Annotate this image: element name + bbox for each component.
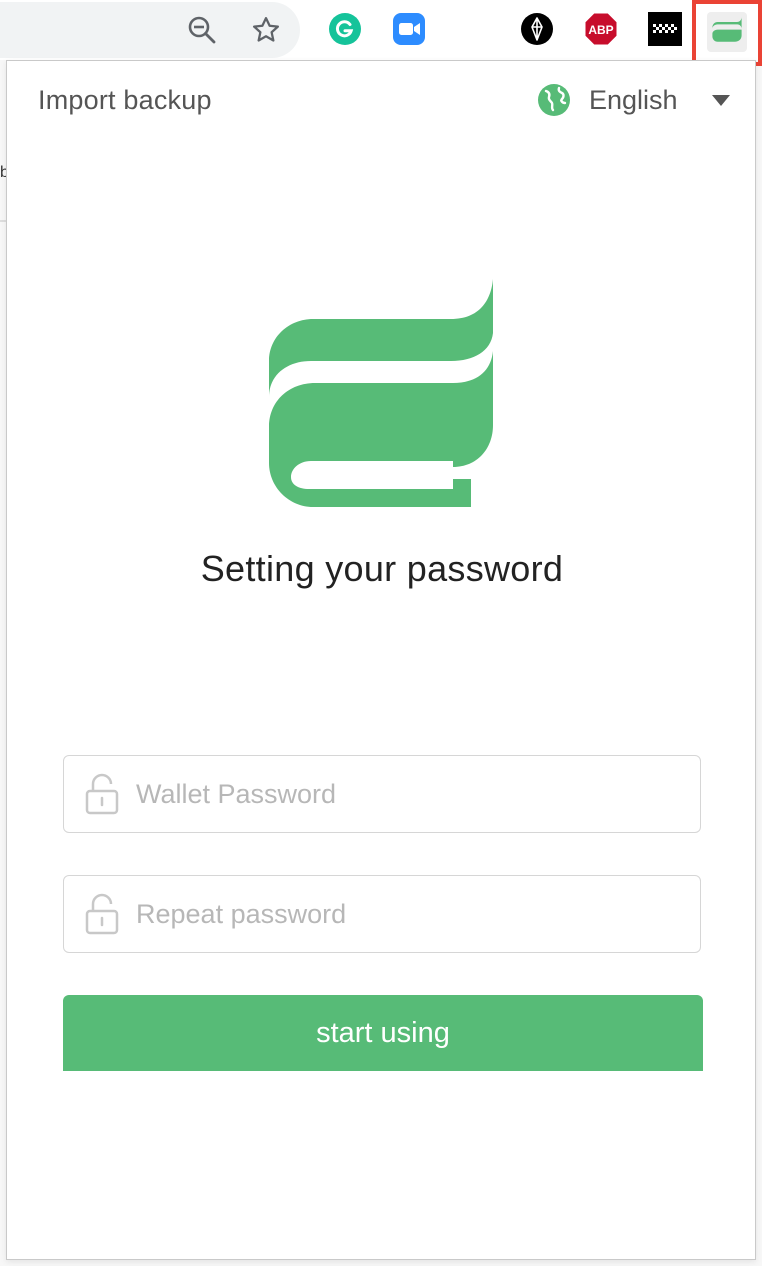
grammarly-extension-icon[interactable] (328, 12, 362, 46)
import-backup-link[interactable]: Import backup (38, 85, 212, 116)
wallet-popup: Import backup English Setting your passw… (6, 60, 756, 1260)
svg-text:ABP: ABP (588, 23, 613, 37)
start-using-button[interactable]: start using (63, 995, 703, 1071)
zoom-out-icon[interactable] (184, 12, 220, 48)
app-logo (269, 279, 493, 512)
language-label: English (589, 84, 678, 115)
language-selector[interactable]: English (537, 83, 730, 117)
repeat-password-placeholder: Repeat password (136, 898, 347, 929)
extension-highlight-box (692, 0, 762, 66)
lock-icon (84, 892, 120, 936)
repeat-password-field[interactable]: Repeat password (63, 875, 701, 953)
page-title: Setting your password (200, 548, 564, 589)
browser-toolbar: ABP (0, 0, 762, 66)
zoom-extension-icon[interactable] (392, 12, 426, 46)
checkered-flag-extension-icon[interactable] (648, 12, 682, 46)
star-icon[interactable] (248, 12, 284, 48)
eos-extension-icon[interactable] (520, 12, 554, 46)
chevron-down-icon (711, 94, 730, 106)
adblock-plus-extension-icon[interactable]: ABP (584, 12, 618, 46)
lock-icon (84, 772, 120, 816)
globe-icon (537, 83, 571, 117)
wallet-password-field[interactable]: Wallet Password (63, 755, 701, 833)
wallet-password-placeholder: Wallet Password (136, 778, 337, 809)
